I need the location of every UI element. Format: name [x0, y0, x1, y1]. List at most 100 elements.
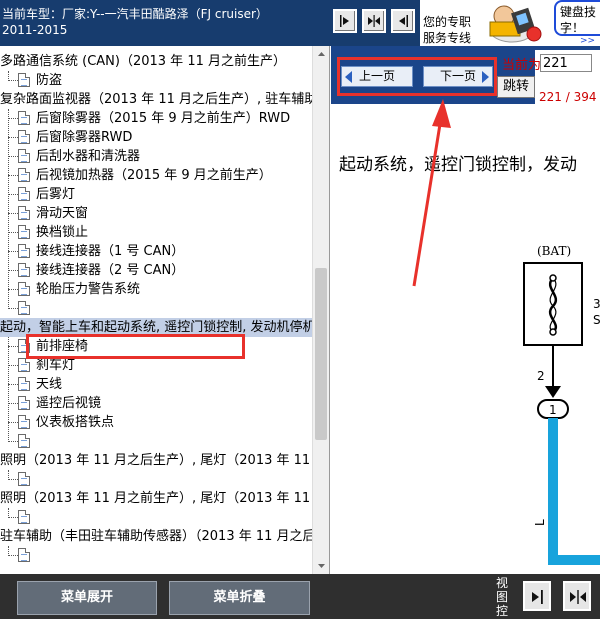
tree-category[interactable]: 驻车辅助（丰田驻车辅助传感器）（2013 年 11 月之后 [0, 527, 316, 546]
document-icon [18, 357, 30, 372]
scroll-down-button[interactable] [313, 558, 329, 574]
tree-leaf[interactable]: 接线连接器（2 号 CAN） [6, 261, 184, 280]
document-icon [18, 509, 30, 524]
tree-guide-line [8, 508, 9, 518]
wire-trace [548, 418, 600, 565]
promo-bubble: 键盘技 字！ [554, 0, 600, 36]
tree-guide-line [8, 109, 9, 309]
tree-leaf[interactable]: 轮胎压力警告系统 [6, 280, 140, 299]
tree-item-label: 后视镜加热器（2015 年 9 月之前生产） [36, 168, 272, 183]
tree-leaf[interactable]: 换档锁止 [6, 223, 88, 242]
document-icon [18, 547, 30, 562]
page-number-input[interactable] [540, 54, 592, 72]
document-icon [18, 395, 30, 410]
menu-tree-panel: 多路通信系统 (CAN)（2013 年 11 月之前生产） 防盗 复杂路面监视器（2… [0, 46, 330, 574]
menu-expand-button[interactable]: 菜单展开 [17, 581, 157, 615]
promo-bubble-text: 键盘技 字！ [560, 4, 596, 36]
wiring-diagram: (BAT) 3 S 2 1 L [523, 244, 600, 565]
jump-button[interactable]: 跳转 [497, 76, 535, 98]
tree-guide-line [8, 337, 9, 442]
document-icon [18, 186, 30, 201]
tree-leaf[interactable]: 后刮水器和清洗器 [6, 147, 140, 166]
tree-category[interactable]: 多路通信系统 (CAN)（2013 年 11 月之前生产） [0, 52, 286, 71]
tree-item-label: 复杂路面监视器（2013 年 11 月之后生产）, 驻车辅助 [0, 92, 318, 107]
tree-item-label: 仪表板搭铁点 [36, 415, 115, 430]
collapse-left-icon [399, 15, 408, 27]
connector-number: 1 [549, 403, 557, 417]
tree-category[interactable]: 照明（2013 年 11 月之前生产）, 尾灯（2013 年 11 [0, 489, 310, 508]
tree-connector [8, 156, 18, 157]
tree-category[interactable]: 复杂路面监视器（2013 年 11 月之后生产）, 驻车辅助 [0, 90, 317, 109]
promo-more-link[interactable]: >> [580, 36, 595, 46]
view-expand-right-button[interactable] [523, 581, 551, 611]
document-icon [18, 148, 30, 163]
document-icon [18, 262, 30, 277]
tree-leaf[interactable]: 后窗除雾器（2015 年 9 月之前生产）RWD [6, 109, 290, 128]
collapse-left-button[interactable] [391, 9, 415, 33]
expand-both-button[interactable] [362, 9, 386, 33]
tree-leaf[interactable]: 接线连接器（1 号 CAN） [6, 242, 184, 261]
tree-scrollbar[interactable] [312, 46, 329, 574]
expand-right-button[interactable] [333, 9, 357, 33]
tree-connector [8, 403, 18, 404]
document-icon [18, 471, 30, 486]
document-icon [18, 414, 30, 429]
current-page-label: 当前为 [502, 58, 542, 73]
highlight-box-selected-item [26, 334, 245, 359]
tree-leaf[interactable]: 后视镜加热器（2015 年 9 月之前生产） [6, 166, 272, 185]
tree-leaf[interactable]: 后窗除雾器RWD [6, 128, 132, 147]
current-vehicle-title: 当前车型：厂家:Y--一汽丰田酷路泽（FJ cruiser） 2011-2015 [0, 6, 330, 38]
tree-connector [8, 289, 18, 290]
scroll-thumb[interactable] [315, 268, 327, 440]
tree-item-label: 后窗除雾器RWD [36, 130, 133, 145]
expand-right-icon [532, 590, 543, 604]
view-control-label: 视图控 [496, 576, 509, 618]
diagram-viewer: 上一页 下一页 当前为 跳转 221 / 394 / 起动系统，遥控门锁控制，发… [331, 46, 600, 574]
terminal-upper-suffix: S [593, 313, 600, 327]
page-count: 221 / 394 / [539, 90, 600, 104]
tree-connector [8, 251, 18, 252]
tree-leaf[interactable]: 遥控后视镜 [6, 394, 101, 413]
tree-item-label: 后刮水器和清洗器 [36, 149, 141, 164]
tree-item-label: 天线 [36, 377, 63, 392]
tree-item-label: 后雾灯 [36, 187, 76, 202]
menu-collapse-button[interactable]: 菜单折叠 [169, 581, 310, 615]
promo-line1: 您的专职 [423, 15, 472, 29]
document-icon [18, 433, 30, 448]
promo-line2: 服务专线 [423, 31, 472, 45]
scroll-down-icon [318, 564, 325, 568]
tree-item-label: 换档锁止 [36, 225, 89, 240]
tree-connector [8, 555, 18, 556]
top-header-bar: 当前车型：厂家:Y--一汽丰田酷路泽（FJ cruiser） 2011-2015… [0, 0, 600, 46]
expand-right-icon [340, 15, 349, 27]
tree-leaf[interactable]: 仪表板搭铁点 [6, 413, 114, 432]
tree-connector [8, 441, 18, 442]
tree-item-label: 多路通信系统 (CAN)（2013 年 11 月之前生产） [0, 54, 286, 69]
tree-item-label: 后窗除雾器（2015 年 9 月之前生产）RWD [36, 111, 291, 126]
promo-bubble-line2: 字！ [560, 21, 585, 35]
tree-category[interactable]: 照明（2013 年 11 月之后生产）, 尾灯（2013 年 11 [0, 451, 310, 470]
expand-both-icon [570, 590, 586, 604]
scroll-up-button[interactable] [313, 46, 329, 62]
document-icon [18, 224, 30, 239]
wire-number: 2 [537, 369, 545, 383]
service-promo[interactable]: 您的专职 服务专线 键盘技 字！ >> [420, 0, 600, 46]
expand-both-icon [368, 15, 380, 27]
document-icon [18, 300, 30, 315]
bottom-toolbar: 菜单展开 菜单折叠 视图控 [0, 574, 600, 619]
document-icon [18, 129, 30, 144]
tree-leaf[interactable]: 滑动天窗 [6, 204, 88, 223]
document-icon [18, 243, 30, 258]
tree-connector [8, 118, 18, 119]
tree-item-label: 照明（2013 年 11 月之前生产）, 尾灯（2013 年 11 [0, 491, 311, 506]
tree-item-label: 遥控后视镜 [36, 396, 102, 411]
tree-connector [8, 308, 18, 309]
tree-connector [8, 384, 18, 385]
document-icon [18, 205, 30, 220]
tree-connector [8, 232, 18, 233]
wire-arrow-icon [545, 386, 561, 398]
tree-item-label: 起动，智能上车和起动系统, 遥控门锁控制, 发动机停机系统 [0, 320, 330, 335]
wire-color-label: L [533, 519, 547, 526]
document-icon [18, 72, 30, 87]
view-expand-both-button[interactable] [563, 581, 591, 611]
